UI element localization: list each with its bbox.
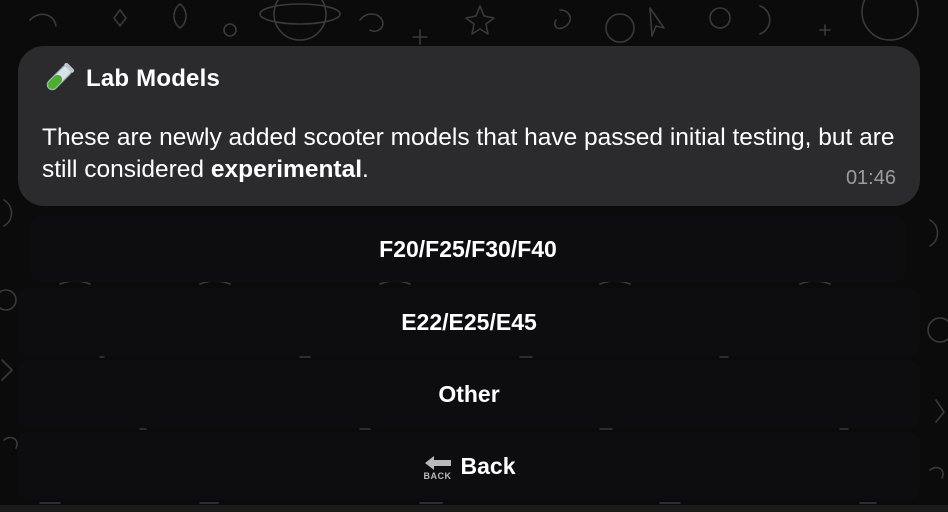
message-body-bold: experimental	[210, 156, 363, 183]
inline-button-f-series[interactable]: F20/F25/F30/F40	[30, 216, 906, 282]
inline-button-back[interactable]: BACK Back	[18, 432, 920, 500]
inline-button-other[interactable]: Other	[18, 360, 920, 428]
inline-button-e-series[interactable]: E22/E25/E45	[18, 288, 920, 356]
message-title: Lab Models	[86, 65, 221, 92]
bottom-edge	[0, 505, 948, 512]
message-title-row: Lab Models	[42, 62, 896, 96]
inline-button-label: F20/F25/F30/F40	[379, 235, 557, 262]
message-body-end: .	[362, 156, 369, 183]
test-tube-icon	[42, 62, 75, 95]
back-icon-text: BACK	[423, 471, 452, 481]
inline-button-label: Back	[460, 452, 516, 479]
message-body-text: These are newly added scooter models tha…	[42, 124, 895, 183]
inline-button-label: Other	[438, 380, 500, 407]
message-bubble: Lab Models These are newly added scooter…	[18, 46, 920, 206]
message-body: These are newly added scooter models tha…	[42, 122, 902, 186]
inline-button-label: E22/E25/E45	[401, 308, 537, 335]
chat-screen: Lab Models These are newly added scooter…	[0, 0, 948, 512]
message-timestamp: 01:46	[845, 167, 896, 189]
back-arrow-icon: BACK	[423, 455, 453, 481]
